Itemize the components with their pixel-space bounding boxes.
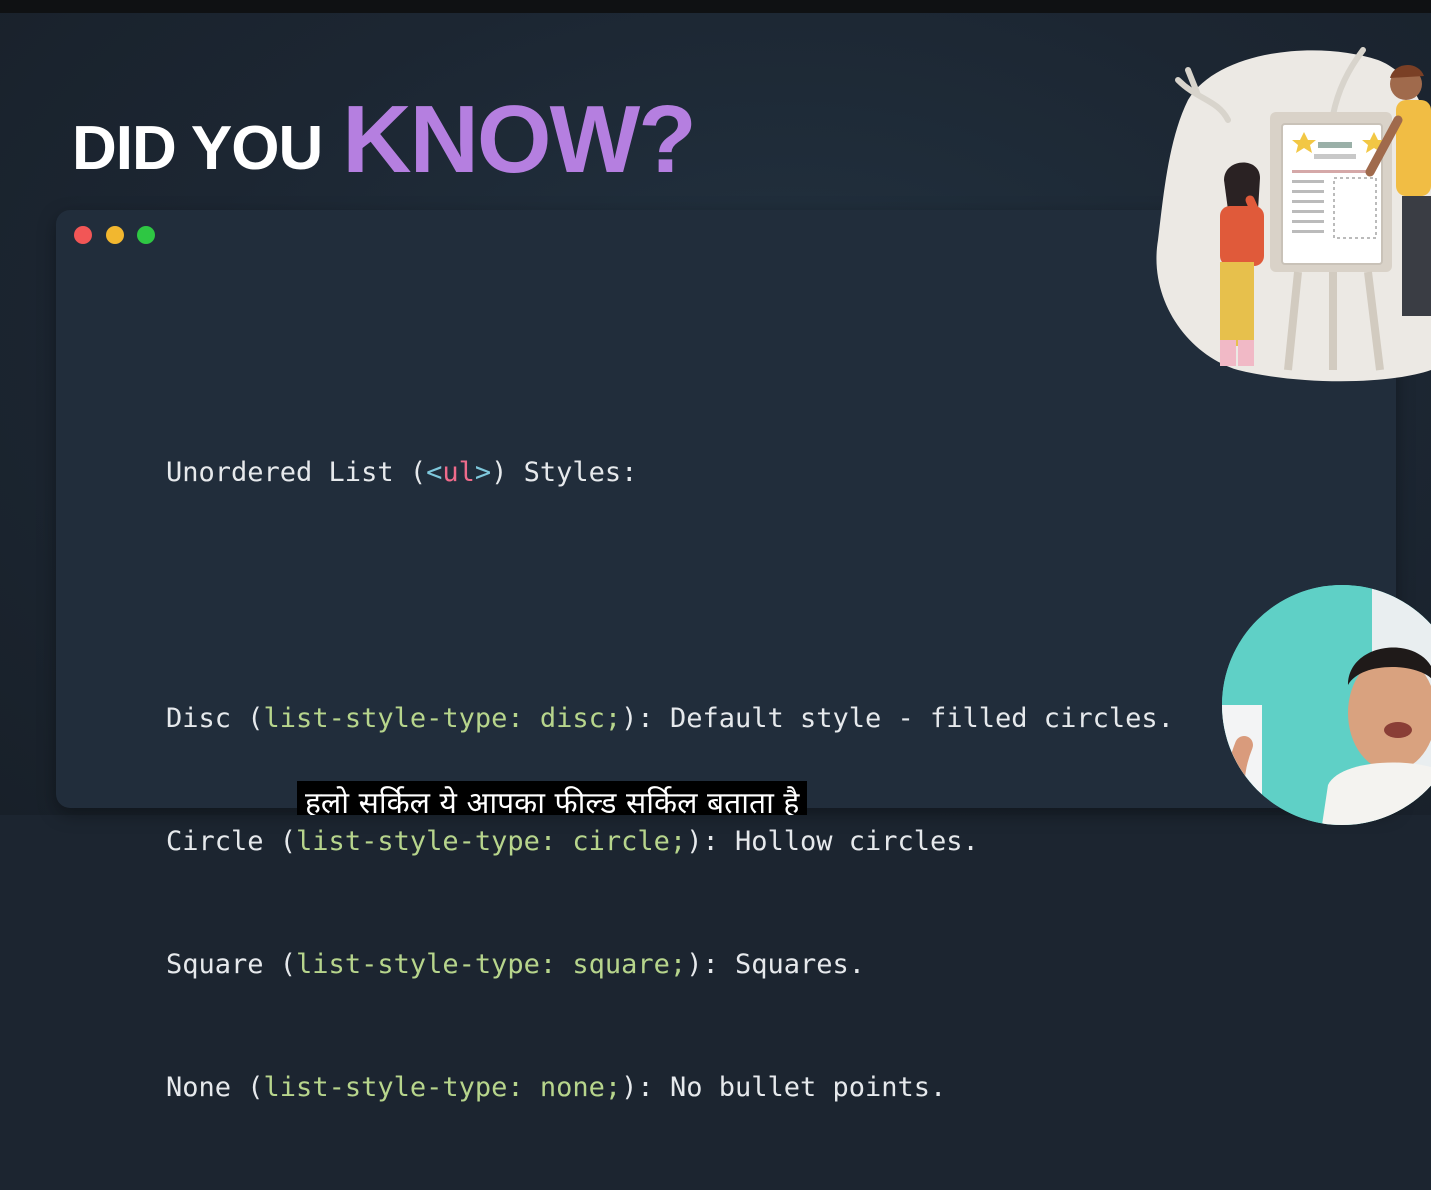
video-subtitle: हलो सर्किल ये आपका फील्ड सर्किल बताता है xyxy=(297,781,808,815)
item-name: Square ( xyxy=(166,949,297,980)
list-item: Square (list-style-type: square;): Squar… xyxy=(166,944,1174,985)
item-code: list-style-type: none; xyxy=(263,1072,622,1103)
item-description: ): Squares. xyxy=(686,949,865,980)
slide-headline: DID YOU KNOW? xyxy=(72,86,697,193)
tag-open: < xyxy=(426,457,443,488)
item-code: list-style-type: disc; xyxy=(263,703,622,734)
item-description: ): No bullet points. xyxy=(621,1072,947,1103)
code-content: Unordered List (<ul>) Styles: Disc (list… xyxy=(166,370,1174,1190)
teacher-student-illustration-icon xyxy=(1156,47,1431,382)
list-item: None (list-style-type: none;): No bullet… xyxy=(166,1067,1174,1108)
item-description: ): Default style - filled circles. xyxy=(621,703,1174,734)
item-name: Circle ( xyxy=(166,826,297,857)
headline-part1: DID YOU xyxy=(72,114,323,183)
tag-close: > xyxy=(474,457,492,488)
close-dot-icon[interactable] xyxy=(74,226,92,244)
heading-prefix: Unordered List ( xyxy=(166,457,427,488)
item-name: None ( xyxy=(166,1072,264,1103)
top-bar xyxy=(0,0,1431,13)
item-name: Disc ( xyxy=(166,703,264,734)
list-item: Disc (list-style-type: disc;): Default s… xyxy=(166,698,1174,739)
tag-name: ul xyxy=(442,457,475,488)
code-heading: Unordered List (<ul>) Styles: xyxy=(166,452,1174,493)
headline-part2: KNOW? xyxy=(342,86,697,193)
heading-suffix: ) Styles: xyxy=(491,457,638,488)
item-code: list-style-type: circle; xyxy=(296,826,687,857)
minimize-dot-icon[interactable] xyxy=(106,226,124,244)
maximize-dot-icon[interactable] xyxy=(137,226,155,244)
list-item: Circle (list-style-type: circle;): Hollo… xyxy=(166,821,1174,862)
item-code: list-style-type: square; xyxy=(296,949,687,980)
item-description: ): Hollow circles. xyxy=(686,826,979,857)
